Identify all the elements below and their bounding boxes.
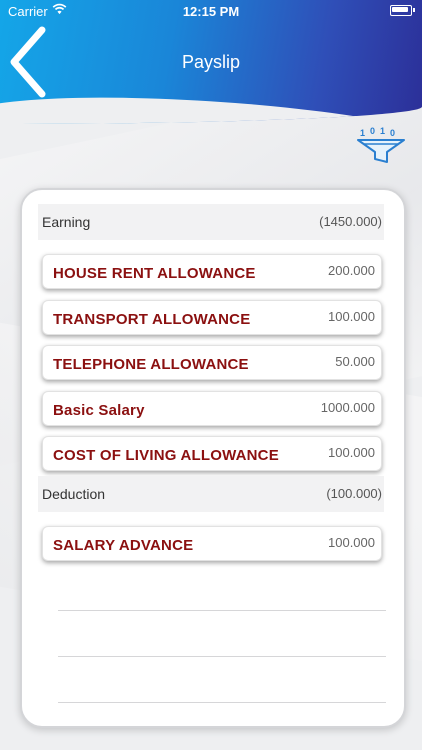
earning-item[interactable]: COST OF LIVING ALLOWANCE 100.000 (42, 436, 382, 471)
earning-item[interactable]: Basic Salary 1000.000 (42, 391, 382, 426)
list-divider (58, 610, 386, 611)
item-amount: 100.000 (328, 535, 375, 550)
deduction-header: Deduction (100.000) (38, 476, 384, 512)
item-amount: 50.000 (335, 354, 375, 369)
page-title: Payslip (181, 52, 241, 72)
item-amount: 200.000 (328, 263, 375, 278)
earning-item[interactable]: TRANSPORT ALLOWANCE 100.000 (42, 300, 382, 335)
item-amount: 100.000 (328, 445, 375, 460)
filter-button[interactable]: 1 0 1 0 (356, 126, 406, 164)
item-label: Basic Salary (53, 402, 145, 419)
svg-text:1: 1 (360, 128, 365, 138)
item-label: SALARY ADVANCE (53, 537, 194, 554)
list-divider (58, 656, 386, 657)
item-amount: 100.000 (328, 309, 375, 324)
filter-icon: 1 0 1 0 (357, 126, 405, 163)
svg-text:0: 0 (390, 128, 395, 138)
header-bar: Carrier 12:15 PM Payslip (0, 0, 422, 124)
status-bar: Carrier 12:15 PM (0, 0, 422, 22)
earning-total: (1450.000) (319, 214, 382, 229)
item-label: HOUSE RENT ALLOWANCE (53, 265, 256, 282)
deduction-total: (100.000) (326, 486, 382, 501)
deduction-label: Deduction (42, 486, 106, 502)
earning-label: Earning (42, 214, 91, 230)
svg-text:0: 0 (370, 126, 375, 136)
earning-item[interactable]: TELEPHONE ALLOWANCE 50.000 (42, 345, 382, 380)
list-divider (58, 702, 386, 703)
item-label: TELEPHONE ALLOWANCE (53, 356, 249, 373)
earning-header: Earning (1450.000) (38, 204, 384, 240)
item-label: COST OF LIVING ALLOWANCE (53, 447, 279, 464)
item-amount: 1000.000 (320, 400, 375, 415)
earning-item[interactable]: HOUSE RENT ALLOWANCE 200.000 (42, 254, 382, 289)
item-label: TRANSPORT ALLOWANCE (53, 311, 251, 328)
battery-icon (390, 5, 415, 16)
svg-text:1: 1 (380, 126, 385, 136)
status-time: 12:15 PM (182, 4, 240, 19)
deduction-item[interactable]: SALARY ADVANCE 100.000 (42, 526, 382, 561)
payslip-card: Earning (1450.000) HOUSE RENT ALLOWANCE … (20, 188, 406, 728)
